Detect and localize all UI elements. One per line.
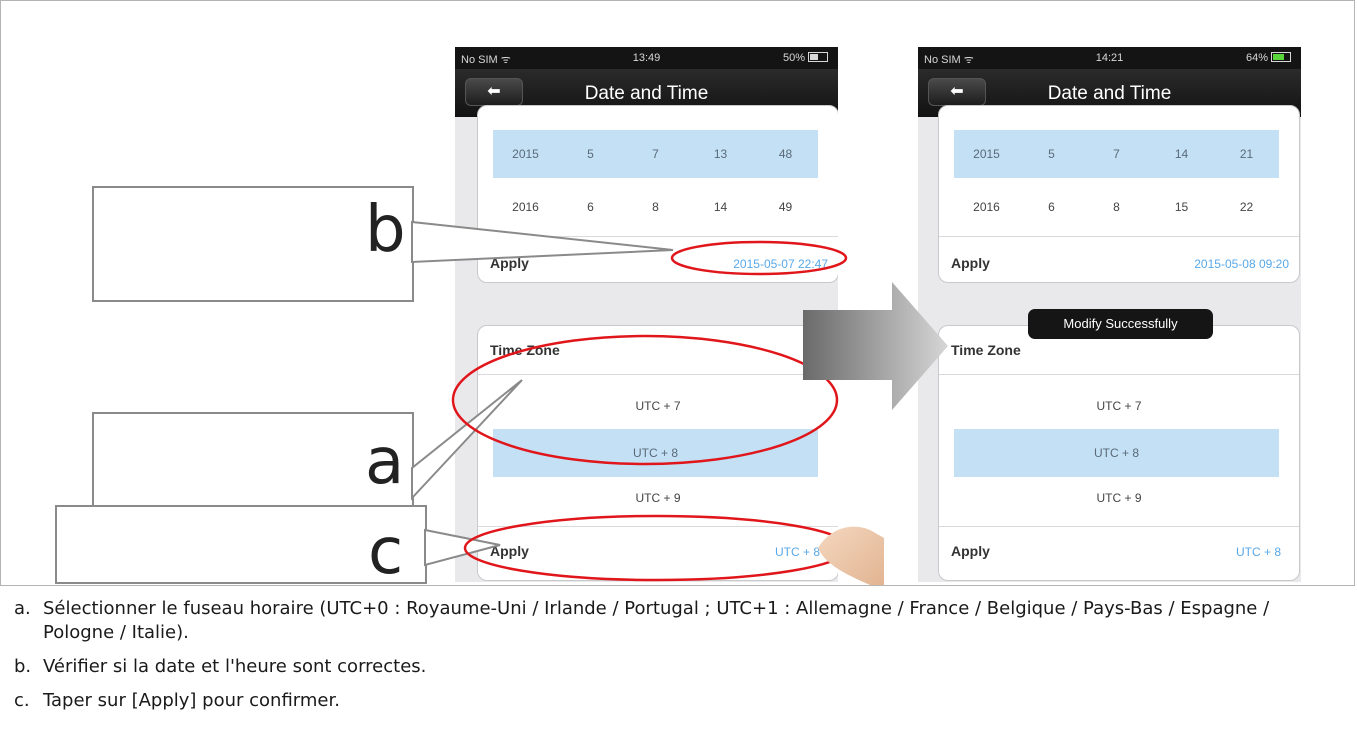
toast-message: Modify Successfully bbox=[1028, 309, 1213, 339]
instruction-list: a. Sélectionner le fuseau horaire (UTC+0… bbox=[14, 597, 1344, 723]
year-cell: 2015 bbox=[512, 147, 539, 161]
day-cell: 8 bbox=[1113, 200, 1120, 214]
datetime-value: 2015-05-08 09:20 bbox=[1194, 257, 1289, 271]
step-text: Sélectionner le fuseau horaire (UTC+0 : … bbox=[43, 598, 1270, 643]
step-text: Taper sur [Apply] pour confirmer. bbox=[43, 690, 340, 711]
minute-cell: 22 bbox=[1239, 200, 1254, 214]
phone-screen-before: No SIM ᯤ 13:49 50% ⬅ Date and Time 2015 … bbox=[455, 47, 838, 582]
callout-letter-b: b bbox=[365, 193, 406, 267]
month-cell: 5 bbox=[587, 147, 594, 161]
year-cell: 2015 bbox=[973, 147, 1000, 161]
page-title: Date and Time bbox=[584, 83, 709, 104]
time-zone-card: Time Zone UTC + 7 UTC + 8 UTC + 9 Apply … bbox=[477, 325, 838, 581]
step-letter: b. bbox=[14, 656, 32, 677]
divider bbox=[478, 374, 838, 375]
phone-screen-after: No SIM ᯤ 14:21 64% ⬅ Date and Time 2015 … bbox=[918, 47, 1301, 582]
tz-value: UTC + 8 bbox=[1235, 545, 1281, 559]
day-cell: 8 bbox=[652, 200, 659, 214]
status-bar: No SIM ᯤ 14:21 64% bbox=[918, 47, 1301, 69]
clock-label: 13:49 bbox=[632, 52, 661, 64]
hour-cell: 13 bbox=[713, 147, 728, 161]
tz-option-selected[interactable]: UTC + 8 bbox=[954, 429, 1279, 477]
battery-percent: 64% bbox=[1245, 52, 1268, 64]
battery-icon bbox=[808, 52, 828, 62]
hour-cell: 14 bbox=[713, 200, 728, 214]
callout-letter-a: a bbox=[365, 425, 405, 499]
year-cell: 2016 bbox=[512, 200, 539, 214]
month-cell: 5 bbox=[1048, 147, 1055, 161]
time-zone-title: Time Zone bbox=[490, 342, 560, 358]
step-text: Vérifier si la date et l'heure sont corr… bbox=[43, 656, 427, 677]
battery-percent: 50% bbox=[782, 52, 805, 64]
battery-icon bbox=[1271, 52, 1291, 62]
minute-cell: 48 bbox=[778, 147, 793, 161]
instruction-step-a: a. Sélectionner le fuseau horaire (UTC+0… bbox=[14, 597, 1344, 645]
status-bar: No SIM ᯤ 13:49 50% bbox=[455, 47, 838, 69]
time-zone-title: Time Zone bbox=[951, 342, 1021, 358]
step-letter: a. bbox=[14, 598, 31, 619]
date-row[interactable]: 2016 6 8 15 22 bbox=[954, 183, 1279, 231]
divider bbox=[478, 526, 838, 527]
tz-option[interactable]: UTC + 7 bbox=[939, 382, 1299, 430]
hour-cell: 15 bbox=[1174, 200, 1189, 214]
apply-tz-button[interactable]: Apply bbox=[951, 543, 990, 559]
tz-option-selected[interactable]: UTC + 8 bbox=[493, 429, 818, 477]
step-letter: c. bbox=[14, 690, 30, 711]
callout-letter-c: c bbox=[368, 515, 404, 589]
clock-label: 14:21 bbox=[1095, 52, 1124, 64]
instruction-step-b: b. Vérifier si la date et l'heure sont c… bbox=[14, 655, 1344, 679]
tz-option[interactable]: UTC + 9 bbox=[478, 474, 838, 522]
datetime-value: 2015-05-07 22:47 bbox=[733, 257, 828, 271]
minute-cell: 21 bbox=[1239, 147, 1254, 161]
hour-cell: 14 bbox=[1174, 147, 1189, 161]
apply-tz-button[interactable]: Apply bbox=[490, 543, 529, 559]
month-cell: 6 bbox=[587, 200, 594, 214]
apply-date-button[interactable]: Apply bbox=[490, 255, 529, 271]
time-zone-card: Time Zone UTC + 7 UTC + 8 UTC + 9 Apply … bbox=[938, 325, 1300, 581]
tz-value: UTC + 8 bbox=[774, 545, 820, 559]
day-cell: 7 bbox=[652, 147, 659, 161]
divider bbox=[939, 374, 1299, 375]
tz-option[interactable]: UTC + 7 bbox=[478, 382, 838, 430]
apply-date-button[interactable]: Apply bbox=[951, 255, 990, 271]
battery-indicator: 64% bbox=[1246, 52, 1291, 64]
tz-option[interactable]: UTC + 9 bbox=[939, 474, 1299, 522]
month-cell: 6 bbox=[1048, 200, 1055, 214]
day-cell: 7 bbox=[1113, 147, 1120, 161]
divider bbox=[478, 236, 838, 237]
divider bbox=[939, 526, 1299, 527]
page-title: Date and Time bbox=[1047, 83, 1172, 104]
battery-indicator: 50% bbox=[783, 52, 828, 64]
minute-cell: 49 bbox=[778, 200, 793, 214]
instruction-step-c: c. Taper sur [Apply] pour confirmer. bbox=[14, 689, 1344, 713]
date-row-selected[interactable]: 2015 5 7 13 48 bbox=[493, 130, 818, 178]
year-cell: 2016 bbox=[973, 200, 1000, 214]
date-picker-card: 2015 5 7 13 48 2016 6 8 14 49 Apply 2015… bbox=[477, 105, 838, 283]
date-row[interactable]: 2016 6 8 14 49 bbox=[493, 183, 818, 231]
date-row-selected[interactable]: 2015 5 7 14 21 bbox=[954, 130, 1279, 178]
divider bbox=[939, 236, 1299, 237]
date-picker-card: 2015 5 7 14 21 2016 6 8 15 22 Apply 2015… bbox=[938, 105, 1300, 283]
